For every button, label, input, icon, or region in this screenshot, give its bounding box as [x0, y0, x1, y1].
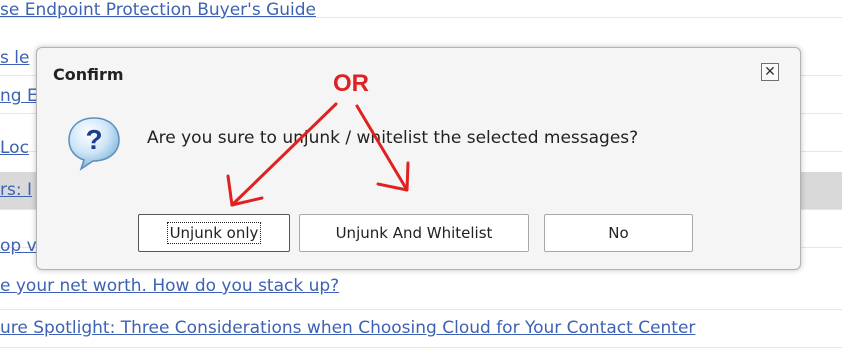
arrow-left — [230, 102, 338, 207]
arrow-right — [355, 104, 409, 192]
annotation-arrows — [226, 102, 410, 207]
